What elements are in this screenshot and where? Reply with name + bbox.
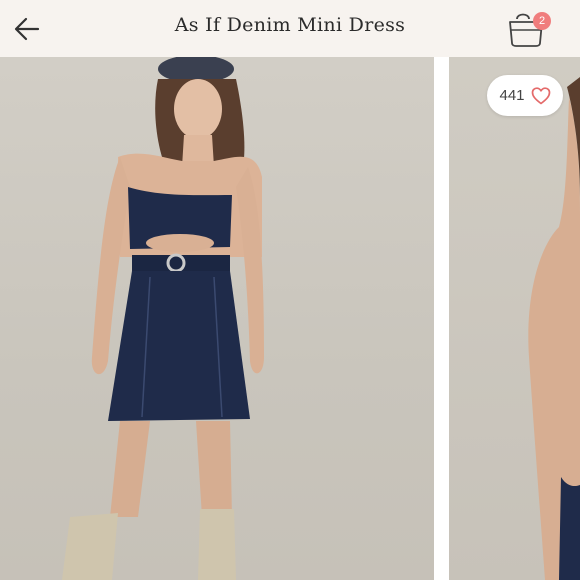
product-photo-front[interactable]: [0, 57, 434, 580]
heart-outline-icon: [531, 86, 550, 104]
favorite-count: 441: [499, 87, 525, 104]
model-front-illustration: [62, 57, 264, 580]
product-photo-side[interactable]: [449, 57, 580, 580]
cart-count-badge: 2: [533, 12, 551, 30]
product-image-gallery[interactable]: [0, 57, 580, 580]
favorite-button[interactable]: 441: [487, 75, 563, 116]
model-side-illustration: [528, 77, 580, 580]
top-bar: As If Denim Mini Dress 2: [0, 0, 580, 57]
page-title: As If Denim Mini Dress: [174, 14, 406, 36]
